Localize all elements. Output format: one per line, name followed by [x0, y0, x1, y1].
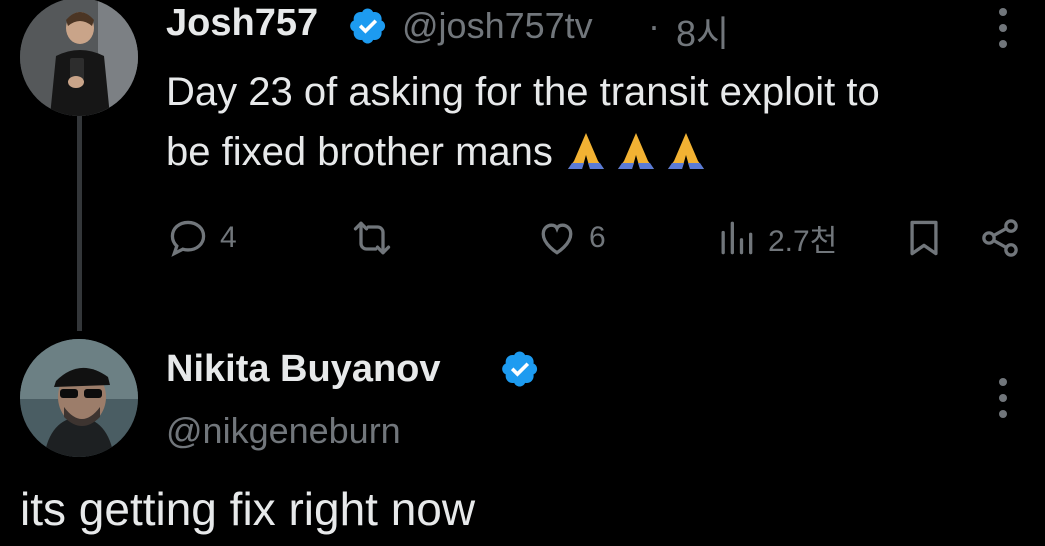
folded-hands-icon	[664, 131, 708, 171]
folded-hands-icon	[614, 131, 658, 171]
tweet-text-line-2: be fixed brother mans	[166, 130, 553, 174]
retweet-icon	[353, 221, 391, 255]
more-options-icon[interactable]	[993, 376, 1013, 420]
meta-separator: ·	[648, 5, 660, 46]
bookmark-icon	[910, 220, 938, 256]
avatar-josh757[interactable]	[20, 0, 138, 116]
views-count: 2.7천	[768, 225, 838, 258]
author-name[interactable]: Josh757	[166, 2, 318, 45]
views-icon	[721, 221, 753, 255]
tweet-text-line: be fixed brother mans	[166, 122, 1026, 182]
author-handle[interactable]: @josh757tv	[402, 5, 593, 47]
reply-button[interactable]: 4	[166, 216, 237, 260]
reply-author-name[interactable]: Nikita Buyanov	[166, 348, 441, 391]
avatar-nikita-buyanov[interactable]	[20, 339, 138, 457]
folded-hands-icon	[564, 131, 608, 171]
more-options-icon[interactable]	[993, 6, 1013, 50]
retweet-button[interactable]	[350, 216, 404, 260]
reply-icon	[170, 220, 206, 257]
share-icon	[982, 219, 1018, 257]
tweet-text-line: Day 23 of asking for the transit exploit…	[166, 70, 880, 114]
verified-badge-icon[interactable]	[348, 6, 388, 46]
reply-text: its getting fix right now	[20, 483, 476, 535]
share-button[interactable]	[978, 216, 1022, 260]
reply-author-handle[interactable]: @nikgeneburn	[166, 410, 401, 452]
like-count: 6	[589, 221, 606, 254]
reply-count: 4	[220, 221, 237, 254]
tweet-timestamp[interactable]: 8시	[676, 5, 729, 57]
like-button[interactable]: 6	[535, 216, 606, 260]
bookmark-button[interactable]	[902, 216, 946, 260]
like-icon	[541, 223, 573, 255]
verified-badge-icon[interactable]	[500, 349, 540, 389]
views-button[interactable]: 2.7천	[714, 216, 837, 260]
thread-connector-line	[77, 116, 82, 331]
tweet-text: Day 23 of asking for the transit exploit…	[166, 62, 1026, 182]
